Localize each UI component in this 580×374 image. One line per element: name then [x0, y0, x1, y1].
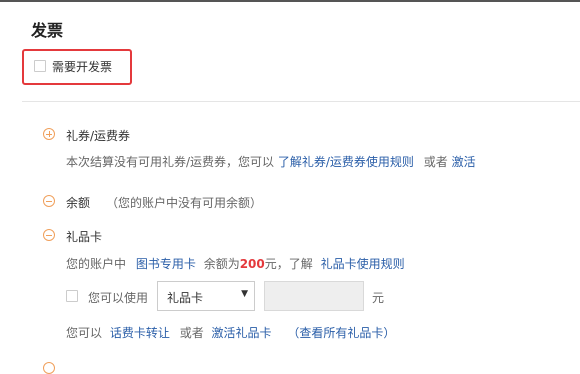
plus-circle-icon[interactable]: [43, 362, 55, 374]
coupon-activate-link[interactable]: 激活: [452, 155, 476, 169]
use-giftcard-checkbox[interactable]: [66, 290, 78, 302]
view-all-giftcards-link[interactable]: （查看所有礼品卡）: [287, 326, 395, 340]
minus-bar: [46, 234, 52, 236]
coupon-section-title[interactable]: 礼券/运费券: [66, 127, 130, 144]
balance-note: （您的账户中没有可用余额）: [106, 196, 263, 210]
giftcard-footer-line: 您可以 话费卡转让 或者 激活礼品卡 （查看所有礼品卡）: [66, 324, 395, 341]
caret-down-icon: ▼: [241, 289, 248, 299]
giftcard-account-line: 您的账户中 图书专用卡 余额为200元，了解 礼品卡使用规则: [66, 255, 405, 272]
giftcard-section-title[interactable]: 礼品卡: [66, 228, 102, 245]
page-title: 发票: [31, 21, 64, 40]
activate-giftcard-link[interactable]: 激活礼品卡: [212, 326, 272, 340]
coupon-description: 本次结算没有可用礼券/运费券，您可以 了解礼券/运费券使用规则 或者 激活: [66, 153, 476, 170]
minus-bar: [46, 200, 52, 202]
giftcard-balance-amount: 200: [239, 257, 265, 271]
giftcard-rules-link[interactable]: 礼品卡使用规则: [321, 257, 405, 271]
balance-section-title[interactable]: 余额: [66, 194, 90, 211]
giftcard-footer-or: 或者: [179, 326, 204, 340]
currency-unit: 元: [372, 291, 385, 305]
coupon-rules-link[interactable]: 了解礼券/运费券使用规则: [278, 155, 414, 169]
plus-circle-icon[interactable]: [43, 128, 55, 140]
giftcard-type-select[interactable]: 礼品卡 ▼: [157, 281, 255, 311]
giftcard-footer-prefix: 您可以: [66, 326, 103, 340]
giftcard-select-value: 礼品卡: [167, 291, 204, 305]
giftcard-unit-text: 元，了解: [264, 257, 313, 271]
giftcard-balance-text: 余额为: [203, 257, 240, 271]
giftcard-account-prefix: 您的账户中: [66, 257, 127, 271]
giftcard-book-card-link[interactable]: 图书专用卡: [136, 257, 196, 271]
coupon-or-text: 或者: [423, 155, 448, 169]
coupon-desc-prefix: 本次结算没有可用礼券/运费券，您可以: [66, 155, 275, 169]
need-invoice-checkbox[interactable]: [34, 60, 46, 72]
phonecard-transfer-link[interactable]: 话费卡转让: [110, 326, 170, 340]
plus-vertical-bar: [48, 131, 50, 137]
need-invoice-label[interactable]: 需要开发票: [52, 58, 112, 75]
minus-circle-icon[interactable]: [43, 195, 55, 207]
use-giftcard-label[interactable]: 您可以使用: [88, 289, 148, 306]
minus-circle-icon[interactable]: [43, 229, 55, 241]
giftcard-amount-input[interactable]: [264, 281, 364, 311]
section-divider: [22, 101, 580, 102]
top-divider: [0, 0, 580, 2]
